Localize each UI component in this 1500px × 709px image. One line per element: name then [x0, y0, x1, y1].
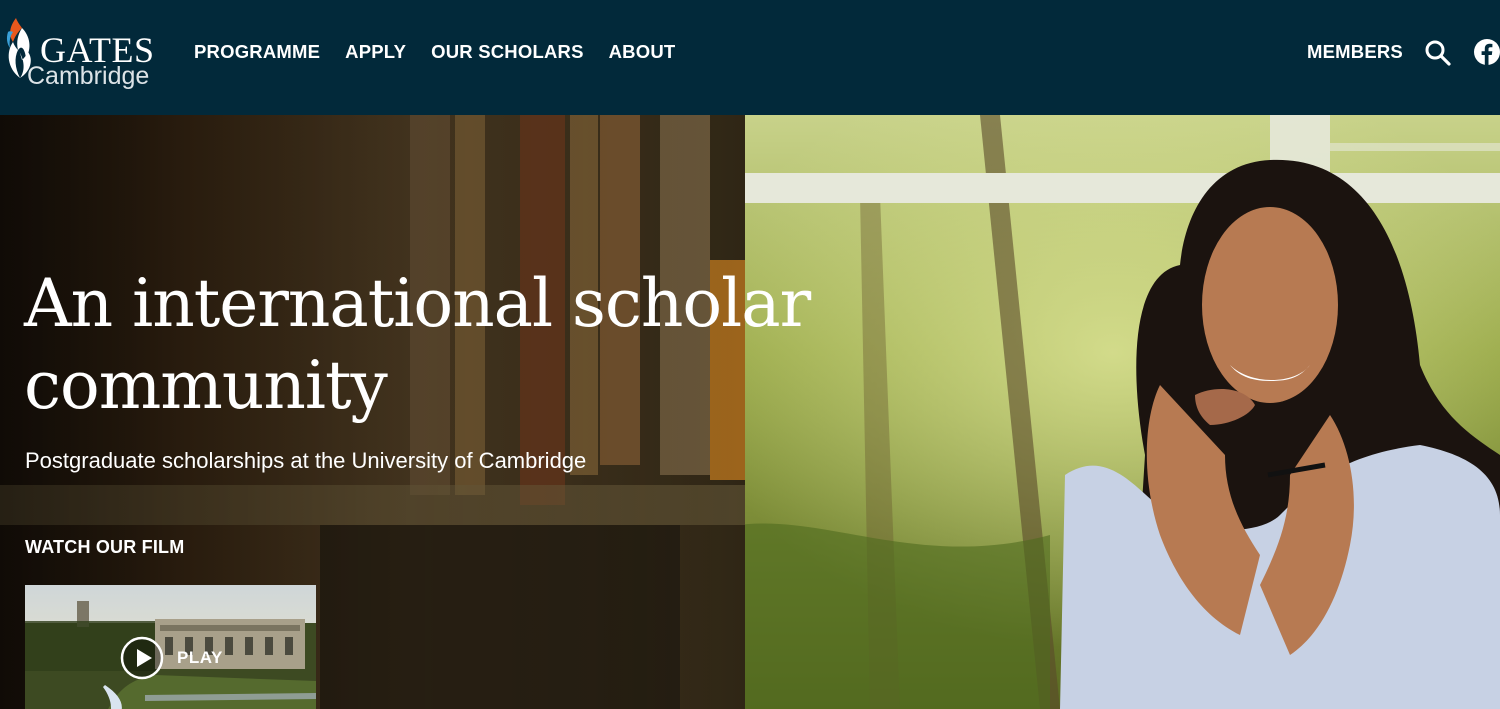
video-thumbnail-image	[25, 585, 316, 709]
hero-title: An international scholar community	[24, 265, 811, 424]
members-link[interactable]: MEMBERS	[1307, 40, 1403, 64]
video-thumbnail[interactable]: PLAY	[25, 585, 316, 709]
search-icon[interactable]	[1424, 39, 1452, 67]
logo-text-cambridge: Cambridge	[27, 62, 150, 90]
gates-cambridge-logo[interactable]: GATES Cambridge	[4, 14, 164, 94]
hero-subtitle: Postgraduate scholarships at the Univers…	[25, 448, 587, 473]
nav-item-about[interactable]: ABOUT	[609, 40, 676, 64]
watch-film-label: WATCH OUR FILM	[25, 537, 185, 557]
facebook-icon[interactable]	[1474, 39, 1500, 65]
nav-item-our-scholars[interactable]: OUR SCHOLARS	[431, 40, 583, 64]
play-icon[interactable]	[120, 636, 164, 680]
hero-banner: An international scholar community Postg…	[0, 115, 1500, 709]
site-header: GATES Cambridge PROGRAMME APPLY OUR SCHO…	[0, 0, 1500, 115]
main-nav: PROGRAMME APPLY OUR SCHOLARS ABOUT	[194, 40, 675, 64]
nav-item-programme[interactable]: PROGRAMME	[194, 40, 320, 64]
nav-item-apply[interactable]: APPLY	[345, 40, 406, 64]
play-label: PLAY	[177, 648, 223, 667]
